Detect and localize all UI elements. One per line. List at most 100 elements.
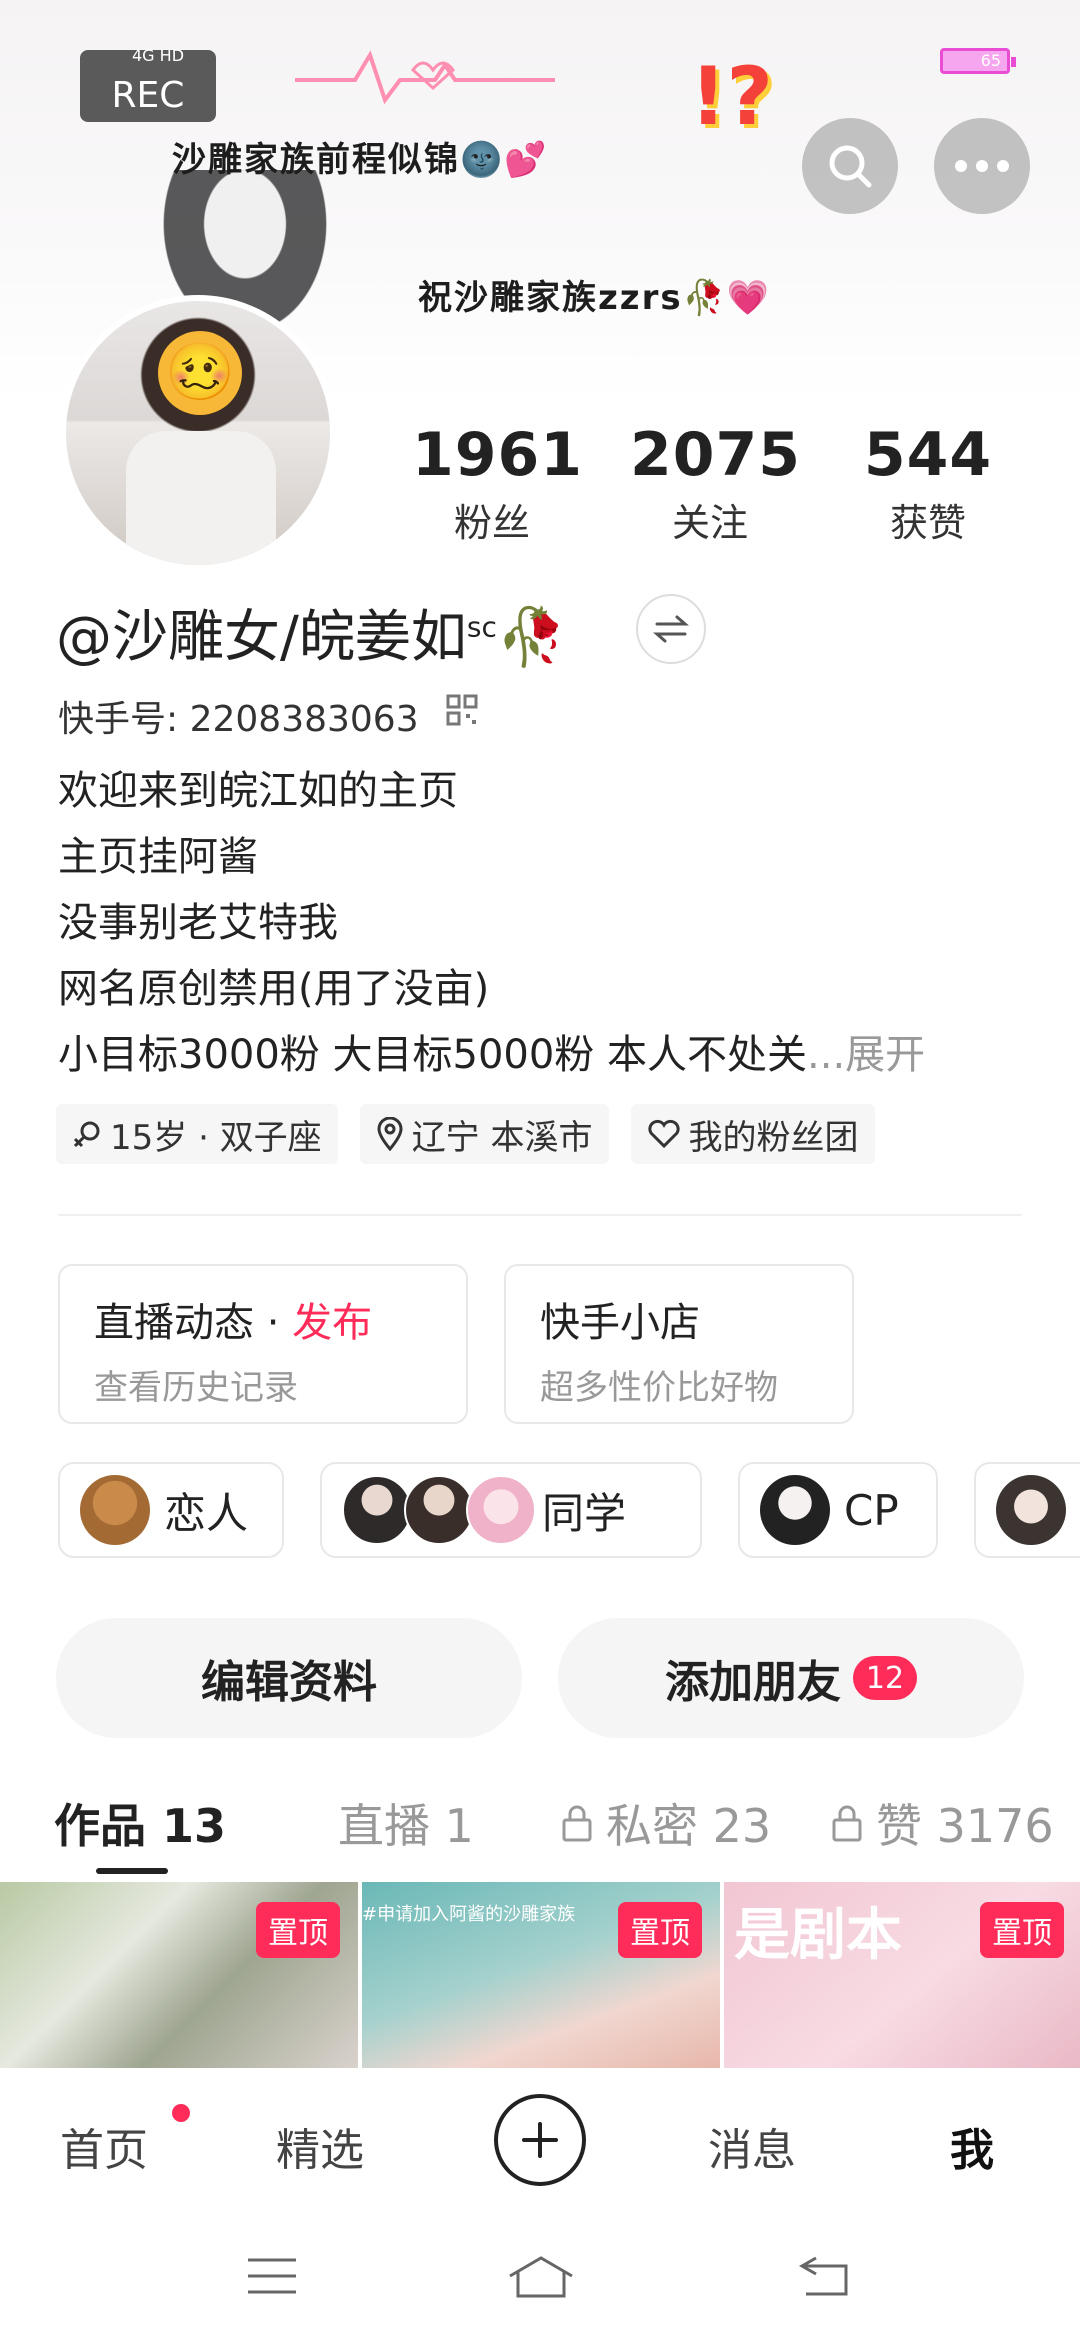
live-updates-card[interactable]: 直播动态 · 发布 查看历史记录 [58, 1264, 468, 1424]
lock-icon [832, 1805, 862, 1842]
relation-label: CP [844, 1485, 899, 1535]
banner-text-1: 沙雕家族前程似锦🌚💕 [172, 140, 549, 180]
gender-icon [73, 1121, 100, 1148]
search-icon [829, 145, 872, 188]
avatar [466, 1475, 536, 1545]
tab-private[interactable]: 私密 23 [560, 1790, 771, 1856]
fans-count: 1961 [412, 420, 583, 490]
following-count: 2075 [630, 420, 801, 490]
home-icon[interactable] [506, 2254, 576, 2300]
content-tabs: 作品 13 直播 1 私密 23 赞 3176 [0, 1790, 1080, 1880]
notification-dot [172, 2104, 190, 2122]
tab-live[interactable]: 直播 1 [338, 1790, 474, 1856]
tab-likes[interactable]: 赞 3176 [830, 1790, 1054, 1856]
create-button[interactable] [494, 2094, 586, 2186]
relation-label: 恋人 [164, 1488, 249, 1538]
avatar [996, 1475, 1066, 1545]
video-grid: 置顶 #申请加入阿酱的沙雕家族 置顶 是剧本 置顶 [0, 1882, 1080, 2068]
divider [58, 1214, 1022, 1216]
video-thumbnail[interactable]: #申请加入阿酱的沙雕家族 置顶 [362, 1882, 720, 2068]
kuaishou-id[interactable]: 快手号: 2208383063 [58, 690, 419, 742]
relationship-row: 恋人 同学 CP [58, 1462, 1080, 1558]
relation-lover[interactable]: 恋人 [58, 1462, 284, 1558]
tag-location[interactable]: 辽宁 本溪市 [359, 1104, 609, 1164]
woozy-face-icon: 🥴 [158, 331, 242, 415]
profile-name-sup: sc [466, 610, 497, 644]
video-caption: #申请加入阿酱的沙雕家族 [362, 1904, 576, 1925]
pinned-badge: 置顶 [256, 1902, 340, 1958]
video-thumbnail[interactable]: 是剧本 置顶 [724, 1882, 1080, 2068]
bio-last-text: 小目标3000粉 大目标5000粉 本人不处关 [58, 1032, 808, 1078]
tab-active-indicator [96, 1868, 168, 1874]
avatar-group [342, 1475, 536, 1545]
tab-works[interactable]: 作品 13 [54, 1790, 226, 1856]
video-caption: 是剧本 [734, 1903, 902, 1968]
likes-label: 获赞 [889, 501, 966, 545]
avatar [342, 1475, 412, 1545]
more-icon [955, 160, 1009, 172]
following-label: 关注 [671, 501, 748, 545]
switch-account-button[interactable] [636, 594, 706, 664]
profile-name-text: @沙雕女/皖姜如 [56, 605, 467, 670]
video-thumbnail[interactable]: 置顶 [0, 1882, 358, 2068]
search-button[interactable] [802, 118, 898, 214]
avatar [760, 1475, 830, 1545]
relation-classmates[interactable]: 同学 [320, 1462, 702, 1558]
pinned-badge: 置顶 [980, 1902, 1064, 1958]
bio: 欢迎来到皖江如的主页 主页挂阿酱 没事别老艾特我 网名原创禁用(用了没亩) 小目… [58, 758, 925, 1088]
relation-cp[interactable]: CP [738, 1462, 938, 1558]
wilted-rose-icon: 🥀 [496, 605, 567, 670]
bio-line-1: 欢迎来到皖江如的主页 [58, 768, 458, 814]
tag-location-text: 辽宁 本溪市 [411, 1117, 593, 1158]
relation-label: 同学 [542, 1488, 627, 1538]
edit-profile-button[interactable]: 编辑资料 [56, 1618, 522, 1738]
menu-icon[interactable] [244, 2254, 300, 2298]
avatar-figure [126, 431, 276, 565]
tab-live-label: 直播 1 [338, 1799, 474, 1853]
avatar [404, 1475, 474, 1545]
add-friend-button[interactable]: 添加朋友 12 [558, 1618, 1024, 1738]
swap-icon [653, 615, 689, 643]
likes-count: 544 [863, 420, 993, 490]
add-friend-label: 添加朋友 [665, 1657, 841, 1708]
live-updates-subtitle: 查看历史记录 [94, 1368, 298, 1408]
plus-icon [522, 2122, 558, 2158]
nav-me[interactable]: 我 [950, 2114, 994, 2178]
shop-card[interactable]: 快手小店 超多性价比好物 [504, 1264, 854, 1424]
nav-featured[interactable]: 精选 [276, 2114, 364, 2178]
nav-messages[interactable]: 消息 [708, 2114, 796, 2178]
profile-tags: 15岁 · 双子座 辽宁 本溪市 我的粉丝团 [56, 1104, 875, 1164]
stat-following[interactable]: 2075 关注 [630, 420, 801, 547]
pinned-badge: 置顶 [618, 1902, 702, 1958]
publish-link[interactable]: 发布 [292, 1300, 372, 1346]
bio-expand-link[interactable]: ...展开 [807, 1032, 925, 1078]
back-icon[interactable] [796, 2254, 852, 2298]
lock-icon [562, 1805, 592, 1842]
battery-icon: 65 [940, 48, 1016, 74]
nav-home[interactable]: 首页 [60, 2114, 148, 2178]
location-pin-icon [377, 1117, 403, 1151]
heartbeat-icon [295, 50, 555, 105]
shop-title: 快手小店 [540, 1300, 700, 1346]
tag-fan-club[interactable]: 我的粉丝团 [630, 1104, 875, 1164]
heart-icon [647, 1119, 680, 1149]
system-navigation-bar [0, 2216, 1080, 2340]
avatar[interactable]: 🥴 [60, 295, 336, 571]
tag-age-text: 15岁 · 双子座 [110, 1117, 322, 1158]
tag-fan-club-text: 我的粉丝团 [688, 1117, 859, 1158]
more-button[interactable] [934, 118, 1030, 214]
stat-likes[interactable]: 544 获赞 [855, 420, 1001, 547]
relation-more[interactable] [974, 1462, 1080, 1558]
banner-text-2: 祝沙雕家族zzrs🥀💗 [418, 278, 772, 318]
profile-page: REC 4G HD 沙雕家族前程似锦🌚💕 祝沙雕家族zzrs🥀💗 !? 65 🥴… [0, 0, 1080, 2340]
avatar [80, 1475, 150, 1545]
tag-age[interactable]: 15岁 · 双子座 [56, 1104, 338, 1164]
stat-fans[interactable]: 1961 粉丝 [412, 420, 583, 547]
tab-works-label: 作品 13 [54, 1799, 227, 1853]
friend-request-badge: 12 [853, 1656, 917, 1700]
signal-indicator: 4G HD [132, 46, 185, 65]
tab-private-label: 私密 23 [606, 1799, 772, 1853]
shop-subtitle: 超多性价比好物 [540, 1368, 778, 1408]
qr-code-icon[interactable] [446, 694, 478, 726]
bio-line-5: 小目标3000粉 大目标5000粉 本人不处关...展开 [58, 1022, 925, 1088]
